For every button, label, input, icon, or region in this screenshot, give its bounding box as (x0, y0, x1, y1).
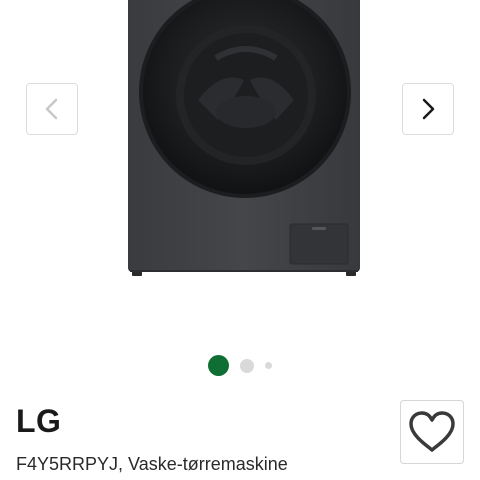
product-title: F4Y5RRPYJ, Vaske-tørremaskine (16, 454, 288, 474)
favorite-button[interactable] (400, 400, 464, 464)
carousel-next-button[interactable] (402, 83, 454, 135)
product-brand: LG (16, 403, 62, 439)
product-page: LG F4Y5RRPYJ, Vaske-tørremaskine (0, 0, 480, 480)
carousel-dot[interactable] (240, 359, 254, 373)
carousel-dot[interactable] (265, 362, 272, 369)
carousel-dot-active[interactable] (208, 355, 229, 376)
chevron-left-icon (42, 97, 62, 121)
product-image[interactable] (126, 0, 362, 282)
washer-dryer-image (128, 0, 360, 276)
carousel-pagination (0, 355, 480, 377)
carousel-prev-button[interactable] (26, 83, 78, 135)
chevron-right-icon (418, 97, 438, 121)
heart-outline-icon (407, 410, 457, 454)
